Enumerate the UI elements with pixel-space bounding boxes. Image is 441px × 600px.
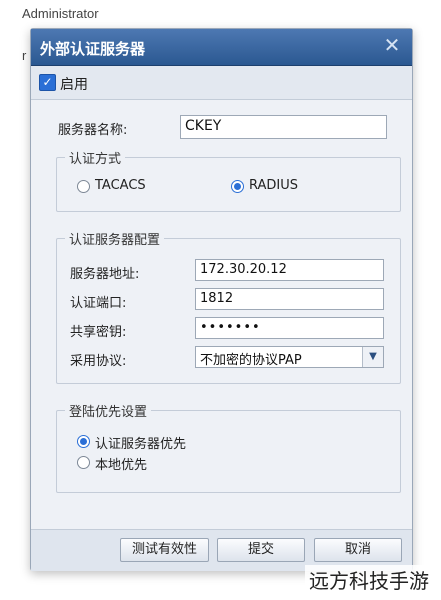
chevron-down-icon[interactable]: ▼	[362, 347, 383, 367]
enable-row: ✓ 启用	[31, 66, 412, 100]
server-name-input[interactable]: CKEY	[180, 115, 387, 139]
background-text-administrator: Administrator	[22, 6, 99, 21]
dialog-title-bar[interactable]: 外部认证服务器 ✕	[31, 29, 412, 66]
login-priority-legend: 登陆优先设置	[69, 405, 148, 420]
cancel-button[interactable]: 取消	[314, 538, 402, 562]
radio-auth-server-first[interactable]	[77, 435, 90, 448]
server-address-label: 服务器地址:	[70, 267, 140, 282]
auth-method-legend: 认证方式	[69, 152, 122, 167]
radio-local-first-label: 本地优先	[95, 458, 148, 473]
radio-radius[interactable]	[231, 180, 244, 193]
enable-label: 启用	[60, 77, 88, 93]
server-config-legend: 认证服务器配置	[69, 233, 161, 248]
protocol-selected-value: 不加密的协议PAP	[200, 353, 302, 368]
background-text-fragment: r	[22, 48, 27, 63]
close-icon[interactable]: ✕	[382, 35, 402, 55]
test-validity-button[interactable]: 测试有效性	[120, 538, 209, 562]
external-auth-server-dialog: 外部认证服务器 ✕ ✓ 启用 服务器名称: CKEY 认证方式 TACACS R…	[30, 28, 413, 571]
dialog-title: 外部认证服务器	[40, 40, 146, 58]
radio-local-first[interactable]	[77, 456, 90, 469]
radio-radius-label: RADIUS	[249, 178, 299, 193]
radio-tacacs[interactable]	[77, 180, 90, 193]
auth-port-input[interactable]: 1812	[195, 288, 384, 310]
radio-auth-server-first-label: 认证服务器优先	[95, 437, 187, 452]
server-name-label: 服务器名称:	[58, 123, 128, 138]
auth-port-label: 认证端口:	[70, 296, 127, 311]
radio-tacacs-label: TACACS	[95, 178, 146, 193]
submit-button[interactable]: 提交	[217, 538, 305, 562]
shared-secret-input[interactable]: •••••••	[195, 317, 384, 339]
enable-checkbox[interactable]: ✓	[39, 74, 56, 91]
protocol-label: 采用协议:	[70, 354, 127, 369]
shared-secret-label: 共享密钥:	[70, 325, 127, 340]
watermark-text: 远方科技手游	[305, 565, 433, 594]
protocol-select[interactable]: 不加密的协议PAP ▼	[195, 346, 384, 368]
server-address-input[interactable]: 172.30.20.12	[195, 259, 384, 281]
